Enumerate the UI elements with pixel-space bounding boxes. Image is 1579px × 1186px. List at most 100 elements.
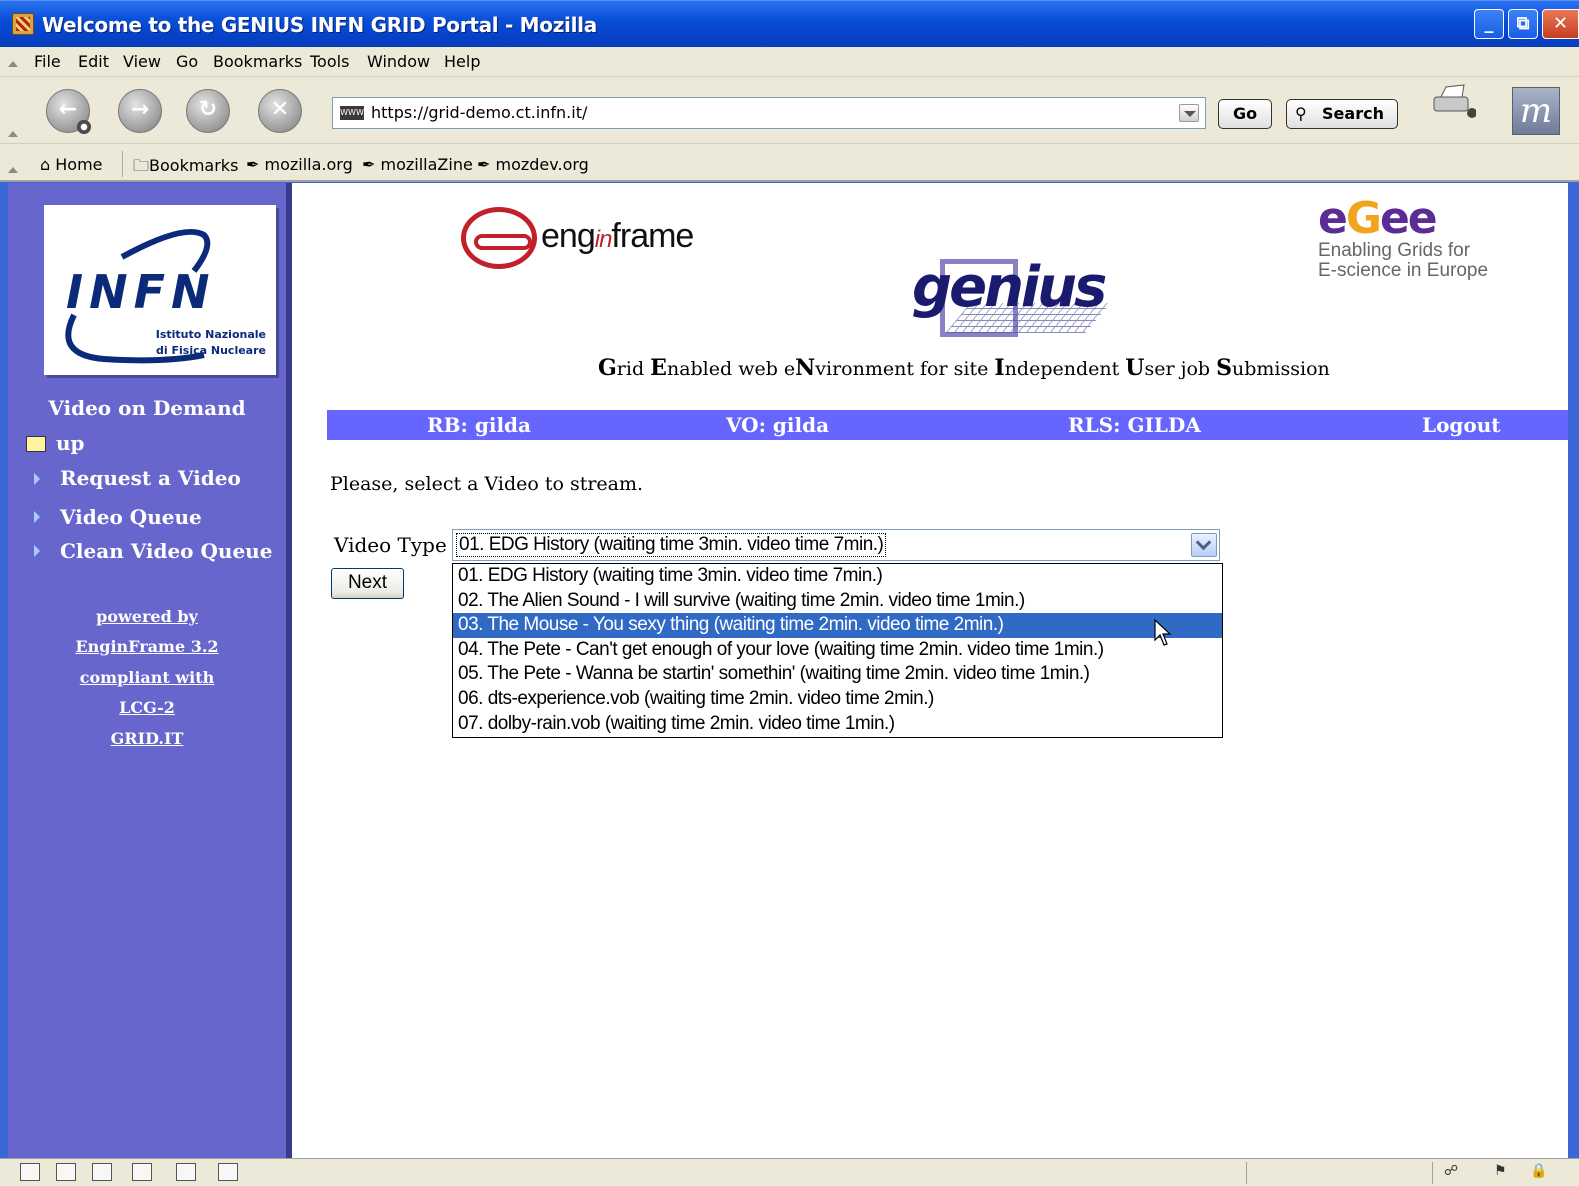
close-button[interactable]: ✕ <box>1542 9 1579 39</box>
egee-logo-text: eGee <box>1318 193 1438 244</box>
dropdown-option-highlighted[interactable]: 03. The Mouse - You sexy thing (waiting … <box>453 613 1222 638</box>
dropdown-option[interactable]: 07. dolby-rain.vob (waiting time 2min. v… <box>453 712 1222 737</box>
toolbar-grip-icon[interactable] <box>8 167 18 173</box>
menu-tools[interactable]: Tools <box>310 52 349 71</box>
address-book-icon[interactable] <box>176 1163 196 1181</box>
status-bar: ☍ ⚑ 🔒 <box>0 1158 1579 1186</box>
sidebar-divider <box>286 183 292 1158</box>
bookmarks-toolbar: ⌂ Home 🗀Bookmarks ✒ mozilla.org ✒ mozill… <box>0 144 1579 182</box>
back-history-dropdown-icon[interactable] <box>77 120 91 134</box>
reload-icon: ↻ <box>198 97 218 122</box>
toolbar-grip-icon[interactable] <box>8 131 18 137</box>
dropdown-option[interactable]: 04. The Pete - Can't get enough of your … <box>453 638 1222 663</box>
status-separator <box>1432 1162 1433 1184</box>
video-type-label: Video Type <box>334 533 447 557</box>
print-icon[interactable] <box>1432 83 1476 119</box>
sidebar-item-request-video[interactable]: Request a Video <box>60 466 241 490</box>
vo-label: VO: gilda <box>726 413 830 437</box>
form-prompt: Please, select a Video to stream. <box>330 473 644 495</box>
toolbar-grip-icon[interactable] <box>8 61 18 67</box>
online-status-icon[interactable]: ☍ <box>1444 1163 1458 1179</box>
site-favicon-icon: WWW <box>340 106 364 120</box>
dropdown-option[interactable]: 02. The Alien Sound - I will survive (wa… <box>453 589 1222 614</box>
bookmark-mozdev-org[interactable]: ✒ mozdev.org <box>477 155 589 174</box>
bookmark-mozillazine[interactable]: ✒ mozillaZine <box>362 155 473 174</box>
search-button[interactable]: ⚲ Search <box>1286 99 1398 129</box>
powered-by-link[interactable]: powered by <box>8 607 286 626</box>
go-button[interactable]: Go <box>1218 99 1272 129</box>
bookmarks-label: Bookmarks <box>149 156 239 175</box>
forward-arrow-icon: → <box>130 97 150 122</box>
up-label: up <box>56 431 85 455</box>
search-button-label: Search <box>1322 104 1384 123</box>
rls-label: RLS: GILDA <box>1068 413 1201 437</box>
url-history-dropdown-icon[interactable] <box>1179 104 1199 122</box>
enginframe-logo: enginframe <box>461 203 694 273</box>
video-type-select[interactable]: 01. EDG History (waiting time 3min. vide… <box>452 529 1220 561</box>
url-bar[interactable]: WWW https://grid-demo.ct.infn.it/ <box>332 97 1206 129</box>
chevron-down-icon[interactable] <box>1191 533 1217 557</box>
infn-subtitle-line: Istituto Nazionale <box>155 328 266 341</box>
egee-tagline-line: E-science in Europe <box>1318 260 1489 281</box>
bookmark-icon: ✒ <box>477 155 491 174</box>
enginframe-logo-text: enginframe <box>541 217 694 255</box>
bookmark-mozilla-org[interactable]: ✒ mozilla.org <box>246 155 353 174</box>
page-content: INFN Istituto Nazionale di Fisica Nuclea… <box>8 183 1568 1158</box>
navigation-toolbar: ← → ↻ ✕ WWW https://grid-demo.ct.infn.it… <box>0 77 1579 144</box>
composer-icon[interactable] <box>132 1163 152 1181</box>
egee-tagline: Enabling Grids for E-science in Europe <box>1318 241 1498 281</box>
lock-icon[interactable]: 🔒 <box>1530 1163 1547 1179</box>
menu-bookmarks[interactable]: Bookmarks <box>213 52 302 71</box>
genius-logo: genius <box>908 253 1111 343</box>
stop-icon: ✕ <box>270 97 290 122</box>
mozilla-throbber-icon[interactable]: m <box>1512 87 1560 135</box>
next-button[interactable]: Next <box>331 568 404 599</box>
restore-button[interactable]: ⧉ <box>1508 9 1538 39</box>
home-icon: ⌂ <box>40 155 51 174</box>
folder-icon: 🗀 <box>133 156 150 175</box>
dropdown-option[interactable]: 01. EDG History (waiting time 3min. vide… <box>453 564 1222 589</box>
logout-link[interactable]: Logout <box>1422 413 1501 437</box>
reload-button[interactable]: ↻ <box>186 89 230 133</box>
arrow-right-icon <box>34 473 40 485</box>
menu-help[interactable]: Help <box>444 52 480 71</box>
video-type-dropdown-list: 01. EDG History (waiting time 3min. vide… <box>452 563 1223 738</box>
bookmarks-folder[interactable]: 🗀Bookmarks <box>133 155 238 182</box>
menu-go[interactable]: Go <box>176 52 198 71</box>
infn-logo[interactable]: INFN Istituto Nazionale di Fisica Nuclea… <box>44 205 276 375</box>
mozilla-app-icon <box>12 13 34 35</box>
cookie-icon[interactable]: ⚑ <box>1494 1163 1507 1179</box>
compliant-with-link[interactable]: compliant with <box>8 668 286 687</box>
menu-bar: File Edit View Go Bookmarks Tools Window… <box>0 47 1579 77</box>
gridit-link[interactable]: GRID.IT <box>8 729 286 748</box>
window-title-bar[interactable]: Welcome to the GENIUS INFN GRID Portal -… <box>0 0 1579 47</box>
folder-up-icon <box>26 436 46 452</box>
chat-icon[interactable] <box>92 1163 112 1181</box>
stop-button[interactable]: ✕ <box>258 89 302 133</box>
grid-info-bar: RB: gilda VO: gilda RLS: GILDA Logout <box>327 410 1568 440</box>
egee-tagline-line: Enabling Grids for <box>1318 240 1471 261</box>
menu-window[interactable]: Window <box>367 52 430 71</box>
menu-edit[interactable]: Edit <box>78 52 109 71</box>
mail-icon[interactable] <box>56 1163 76 1181</box>
sidebar-item-clean-video-queue[interactable]: Clean Video Queue <box>60 539 272 563</box>
irc-icon[interactable] <box>218 1163 238 1181</box>
forward-button[interactable]: → <box>118 89 162 133</box>
mouse-pointer-icon <box>1154 619 1172 646</box>
bookmark-icon: ✒ <box>362 155 376 174</box>
infn-subtitle-line: di Fisica Nucleare <box>156 344 266 357</box>
sidebar-item-video-queue[interactable]: Video Queue <box>60 505 202 529</box>
menu-file[interactable]: File <box>34 52 61 71</box>
minimize-button[interactable]: _ <box>1474 9 1504 39</box>
sidebar-up-link[interactable]: up <box>26 431 85 455</box>
dropdown-option[interactable]: 06. dts-experience.vob (waiting time 2mi… <box>453 687 1222 712</box>
home-label: Home <box>55 155 103 174</box>
home-bookmark[interactable]: ⌂ Home <box>40 155 103 174</box>
lcg2-link[interactable]: LCG-2 <box>8 698 286 717</box>
enginframe-link[interactable]: EnginFrame 3.2 <box>8 637 286 656</box>
dropdown-option[interactable]: 05. The Pete - Wanna be startin' somethi… <box>453 662 1222 687</box>
url-input[interactable]: https://grid-demo.ct.infn.it/ <box>371 103 587 122</box>
menu-view[interactable]: View <box>123 52 161 71</box>
navigator-icon[interactable] <box>20 1163 40 1181</box>
back-button[interactable]: ← <box>46 89 91 134</box>
